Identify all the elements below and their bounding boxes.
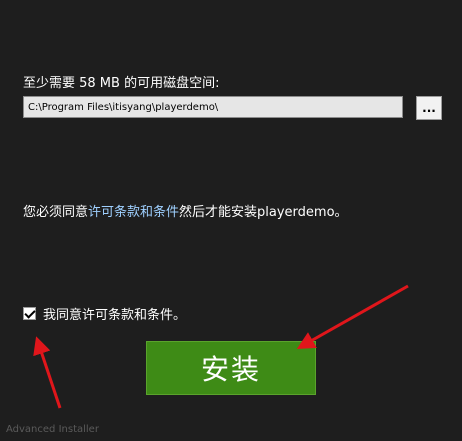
- disk-space-label: 至少需要 58 MB 的可用磁盘空间:: [23, 76, 220, 91]
- arrow-to-checkbox-icon: [33, 336, 62, 409]
- arrow-to-install-icon: [296, 284, 409, 349]
- agree-row[interactable]: 我同意许可条款和条件。: [23, 304, 186, 323]
- license-notice-suffix: 然后才能安装playerdemo。: [179, 205, 348, 220]
- footer-brand: Advanced Installer: [6, 424, 99, 435]
- license-notice: 您必须同意许可条款和条件然后才能安装playerdemo。: [23, 201, 348, 220]
- agree-label[interactable]: 我同意许可条款和条件。: [43, 304, 186, 323]
- install-button[interactable]: 安装: [146, 341, 316, 395]
- install-path-input[interactable]: [23, 96, 403, 118]
- installer-window: 至少需要 58 MB 的可用磁盘空间: ... 您必须同意许可条款和条件然后才能…: [0, 0, 462, 441]
- browse-button[interactable]: ...: [416, 96, 442, 120]
- check-mark-icon: [24, 306, 36, 319]
- agree-checkbox[interactable]: [23, 306, 36, 320]
- license-terms-link[interactable]: 许可条款和条件: [88, 205, 179, 220]
- license-notice-prefix: 您必须同意: [23, 205, 89, 220]
